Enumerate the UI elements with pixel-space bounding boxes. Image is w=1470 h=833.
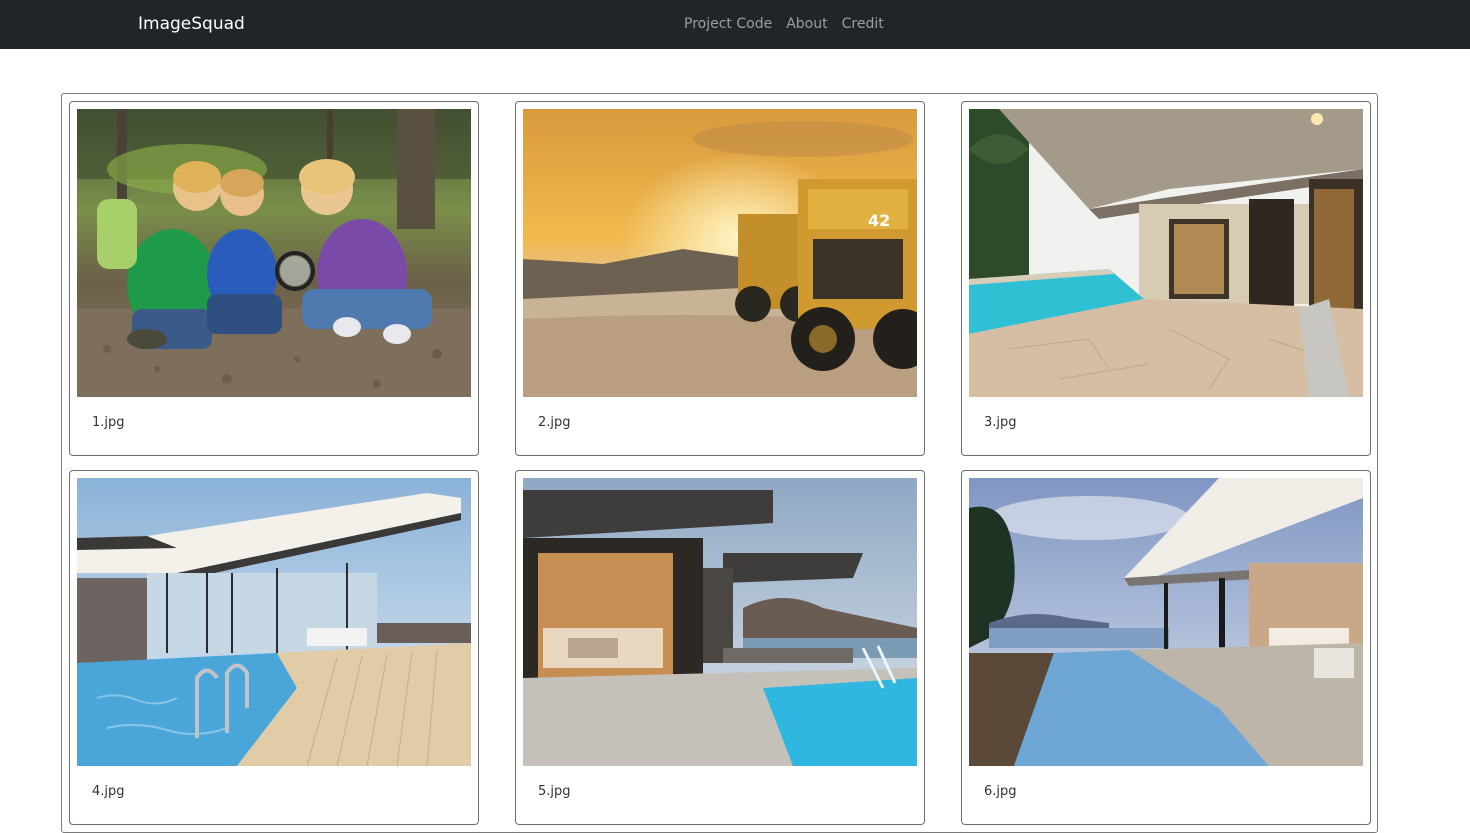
image-card[interactable]: 6.jpg — [961, 470, 1371, 825]
image-caption: 3.jpg — [984, 415, 1017, 430]
navbar: ImageSquad Project Code About Credit — [0, 0, 1470, 49]
image-card[interactable]: 1.jpg — [69, 101, 479, 456]
image-mining-trucks: 42 — [523, 109, 917, 397]
image-glass-villa — [77, 478, 471, 766]
image-caption: 2.jpg — [538, 415, 571, 430]
nav-link-project-code[interactable]: Project Code — [684, 14, 772, 34]
image-caption: 4.jpg — [92, 784, 125, 799]
nav-link-credit[interactable]: Credit — [842, 14, 884, 34]
svg-text:42: 42 — [868, 211, 890, 230]
nav-links: Project Code About Credit — [684, 14, 884, 34]
image-caption: 5.jpg — [538, 784, 571, 799]
image-infinity-pool — [969, 478, 1363, 766]
image-card[interactable]: 4.jpg — [69, 470, 479, 825]
image-caption: 1.jpg — [92, 415, 125, 430]
image-card[interactable]: 5.jpg — [515, 470, 925, 825]
image-card[interactable]: 42 2.jpg — [515, 101, 925, 456]
nav-link-about[interactable]: About — [786, 14, 827, 34]
image-house-ocean — [523, 478, 917, 766]
image-kids-forest — [77, 109, 471, 397]
image-card[interactable]: 3.jpg — [961, 101, 1371, 456]
image-caption: 6.jpg — [984, 784, 1017, 799]
image-house-pool — [969, 109, 1363, 397]
brand-logo[interactable]: ImageSquad — [138, 12, 245, 36]
